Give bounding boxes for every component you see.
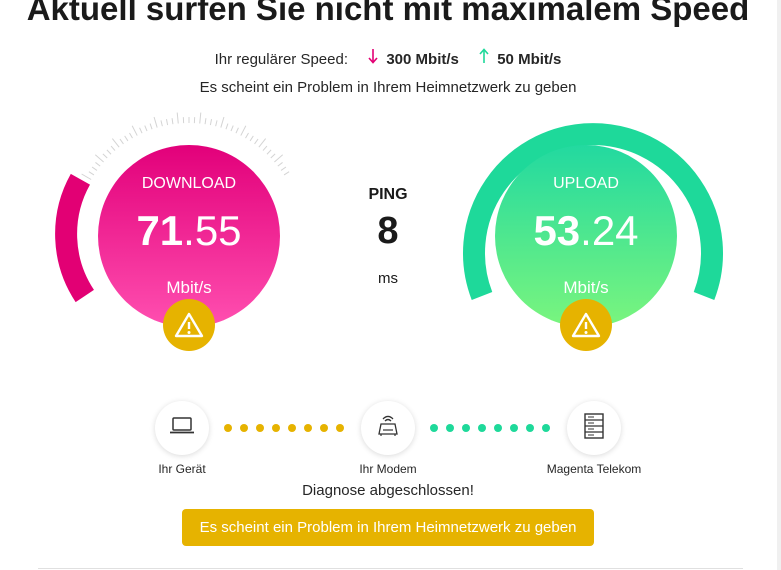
gauge-tick [91,166,98,171]
connection-dot [526,424,534,432]
connection-dot [256,424,264,432]
problem-button[interactable]: Es scheint ein Problem in Ihrem Heimnetz… [182,509,594,546]
download-value-int: 71 [136,207,184,254]
connection-dot [272,424,280,432]
server-icon [582,412,606,445]
gauge-tick [262,145,268,151]
gauge-tick [258,138,267,148]
upload-label: UPLOAD [553,175,619,192]
gauge-tick [144,125,148,132]
gauge-tick [160,120,163,127]
device-node [155,401,209,455]
connection-dot [320,424,328,432]
gauge-tick [94,154,104,163]
upload-warning-icon[interactable] [560,299,612,351]
connection-dot [494,424,502,432]
upload-unit: Mbit/s [563,278,609,297]
upload-value-int: 53 [533,207,581,254]
download-label: DOWNLOAD [141,175,237,192]
gauge-tick [277,162,283,167]
gauge-tick [274,154,284,163]
gauge-tick [235,127,239,134]
download-gauge-arc [55,173,95,303]
connection-dot [478,424,486,432]
connection-dot [336,424,344,432]
connection-dot [462,424,470,432]
gauge-tick [153,116,158,128]
gauge-tick [215,120,218,127]
gauge-tick [129,132,133,139]
gauge-tick [225,123,229,130]
gauge-tick [139,127,143,134]
device-node-label: Ihr Gerät [158,462,206,476]
gauge-tick [106,149,112,155]
gauge-tick [249,135,254,142]
gauge-tick [254,138,259,145]
gauge-tick [171,118,174,125]
upload-value: 53.24 [496,207,676,255]
gauge-tick [230,125,234,132]
connection-dot [240,424,248,432]
gauge-tick [220,116,225,128]
laptop-icon [168,415,196,442]
gauge-tick [111,138,120,148]
modem-node-label: Ihr Modem [359,462,417,476]
connection-dot [430,424,438,432]
gauge-tick [270,153,276,159]
upload-value-dec: .24 [580,207,639,254]
download-value-dec: .55 [183,207,242,254]
gauge-tick [176,112,179,124]
ping-unit: ms [378,270,398,287]
connection-dot [510,424,518,432]
modem-icon [374,412,402,445]
connection-dot [542,424,550,432]
gauge-tick [199,112,202,124]
modem-node [361,401,415,455]
gauge-tick [209,119,213,126]
connection-dot [288,424,296,432]
connection-dot [304,424,312,432]
gauge-tick [240,125,247,136]
gauge-tick [165,119,169,126]
gauge-tick [102,153,108,159]
gauge-tick [81,173,92,180]
ping-value: 8 [377,210,399,252]
connection-dot [224,424,232,432]
gauge-tick [280,166,287,171]
diagnosis-status: Diagnose abgeschlossen! [302,482,474,499]
gauge-tick [88,171,95,176]
gauge-tick [110,145,116,151]
gauge-tick [124,135,129,142]
gauge-tick [95,162,101,167]
divider [38,568,743,569]
ping-label: PING [368,186,408,203]
gauge-tick [283,171,290,176]
gauge-tick [204,118,207,125]
gauge-tick [149,123,153,130]
gauge-tick [119,138,124,145]
download-warning-icon[interactable] [163,299,215,351]
gauge-tick [245,132,249,139]
connection-dot [446,424,454,432]
gauge-tick [266,149,272,155]
scrollbar[interactable] [777,0,781,570]
download-unit: Mbit/s [166,278,212,297]
telekom-node-label: Magenta Telekom [546,462,642,476]
gauge-tick [131,125,138,136]
download-value: 71.55 [99,207,279,255]
telekom-node [567,401,621,455]
